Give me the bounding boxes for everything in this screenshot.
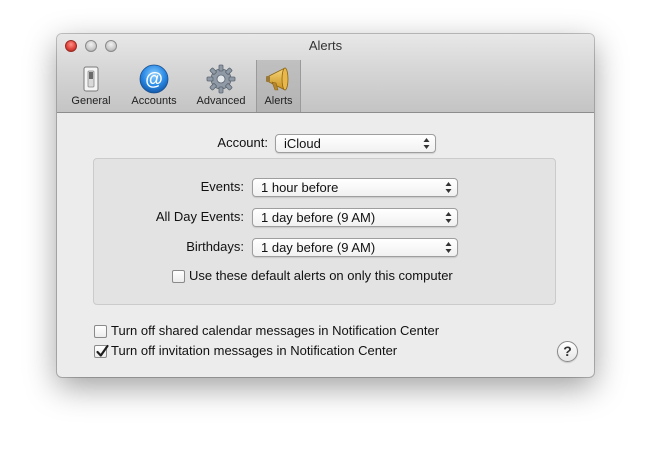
tab-accounts-label: Accounts bbox=[131, 95, 177, 107]
svg-text:@: @ bbox=[145, 69, 163, 89]
tab-alerts[interactable]: Alerts bbox=[256, 60, 301, 112]
birthdays-popup[interactable]: 1 day before (9 AM) bbox=[252, 238, 458, 257]
invitation-messages-label: Turn off invitation messages in Notifica… bbox=[111, 343, 398, 358]
shared-calendar-messages-checkbox[interactable] bbox=[94, 325, 107, 338]
account-popup-value: iCloud bbox=[284, 136, 321, 151]
shared-calendar-messages-label: Turn off shared calendar messages in Not… bbox=[111, 323, 440, 338]
popup-arrows-icon bbox=[445, 182, 452, 193]
popup-arrows-icon bbox=[423, 138, 430, 149]
invitation-messages-checkbox[interactable] bbox=[94, 344, 109, 358]
tab-accounts[interactable]: @ Accounts bbox=[123, 60, 185, 112]
help-button[interactable]: ? bbox=[557, 341, 578, 362]
all-day-events-label: All Day Events: bbox=[155, 209, 244, 224]
all-day-events-popup-value: 1 day before (9 AM) bbox=[261, 210, 376, 225]
default-alerts-only-this-computer-label: Use these default alerts on only this co… bbox=[189, 268, 453, 283]
toolbar: Alerts General @ Accounts Advanced Alert… bbox=[57, 34, 594, 113]
birthdays-label: Birthdays: bbox=[186, 239, 244, 254]
general-switch-icon bbox=[83, 66, 99, 92]
account-popup[interactable]: iCloud bbox=[275, 134, 436, 153]
alerts-pane: Account: iCloud Events: 1 hour before Al… bbox=[57, 113, 594, 377]
default-alerts-only-this-computer-checkbox[interactable] bbox=[172, 270, 185, 283]
tab-advanced-label: Advanced bbox=[196, 95, 246, 107]
window-title: Alerts bbox=[308, 38, 343, 53]
megaphone-icon bbox=[265, 67, 288, 91]
tab-alerts-label: Alerts bbox=[264, 95, 293, 107]
birthdays-popup-value: 1 day before (9 AM) bbox=[261, 240, 376, 255]
preferences-window: Alerts General @ Accounts Advanced Alert… bbox=[57, 34, 594, 377]
default-alerts-group: Events: 1 hour before All Day Events: 1 … bbox=[93, 158, 556, 305]
gear-icon bbox=[206, 64, 236, 94]
tab-advanced[interactable]: Advanced bbox=[191, 60, 251, 112]
tab-general-label: General bbox=[71, 95, 111, 107]
popup-arrows-icon bbox=[445, 242, 452, 253]
events-popup[interactable]: 1 hour before bbox=[252, 178, 458, 197]
checkmark-icon bbox=[96, 344, 109, 357]
tab-general[interactable]: General bbox=[65, 60, 117, 112]
popup-arrows-icon bbox=[445, 212, 452, 223]
account-label: Account: bbox=[217, 135, 268, 150]
at-sign-icon: @ bbox=[139, 64, 169, 94]
events-label: Events: bbox=[200, 179, 244, 194]
events-popup-value: 1 hour before bbox=[261, 180, 339, 195]
all-day-events-popup[interactable]: 1 day before (9 AM) bbox=[252, 208, 458, 227]
